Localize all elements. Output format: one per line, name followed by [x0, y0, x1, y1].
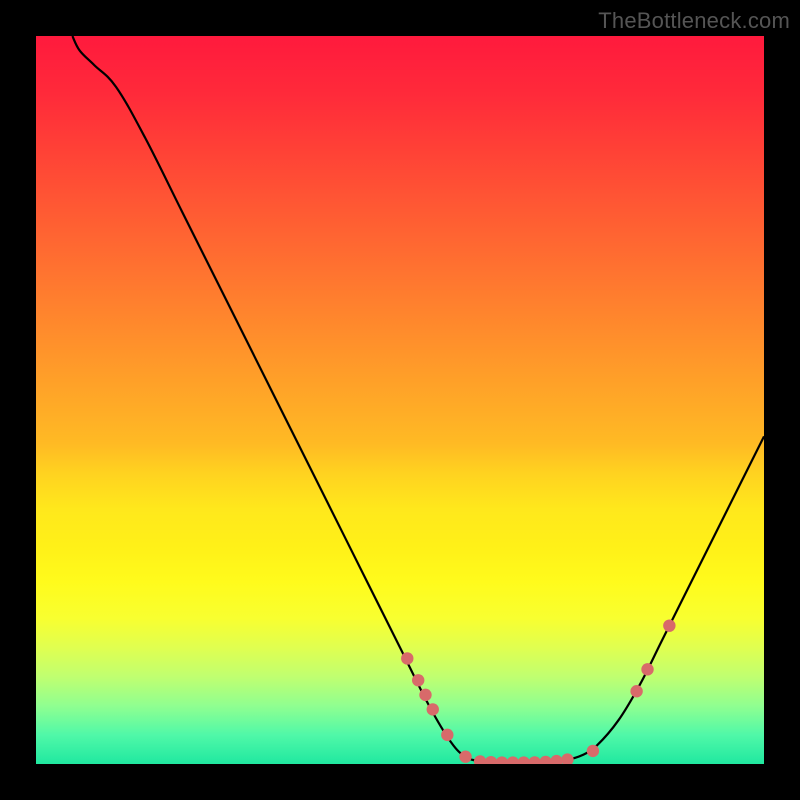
data-dot [587, 745, 599, 757]
data-dot [412, 674, 424, 686]
data-dot [496, 756, 508, 764]
data-dot [485, 756, 497, 764]
bottleneck-curve [72, 36, 764, 763]
data-dot [641, 663, 653, 675]
watermark-text: TheBottleneck.com [598, 8, 790, 34]
data-dot [427, 703, 439, 715]
data-dot [518, 756, 530, 764]
data-dot [441, 729, 453, 741]
data-dot [663, 619, 675, 631]
data-dot [401, 652, 413, 664]
data-dot [459, 751, 471, 763]
data-dot [419, 689, 431, 701]
data-dot [630, 685, 642, 697]
curve-layer [36, 36, 764, 764]
data-dot [561, 753, 573, 764]
data-dot [550, 755, 562, 764]
chart-container: TheBottleneck.com [0, 0, 800, 800]
data-dot [507, 756, 519, 764]
plot-area [36, 36, 764, 764]
data-dot [539, 756, 551, 764]
data-dots [401, 619, 675, 764]
data-dot [474, 755, 486, 764]
data-dot [528, 756, 540, 764]
